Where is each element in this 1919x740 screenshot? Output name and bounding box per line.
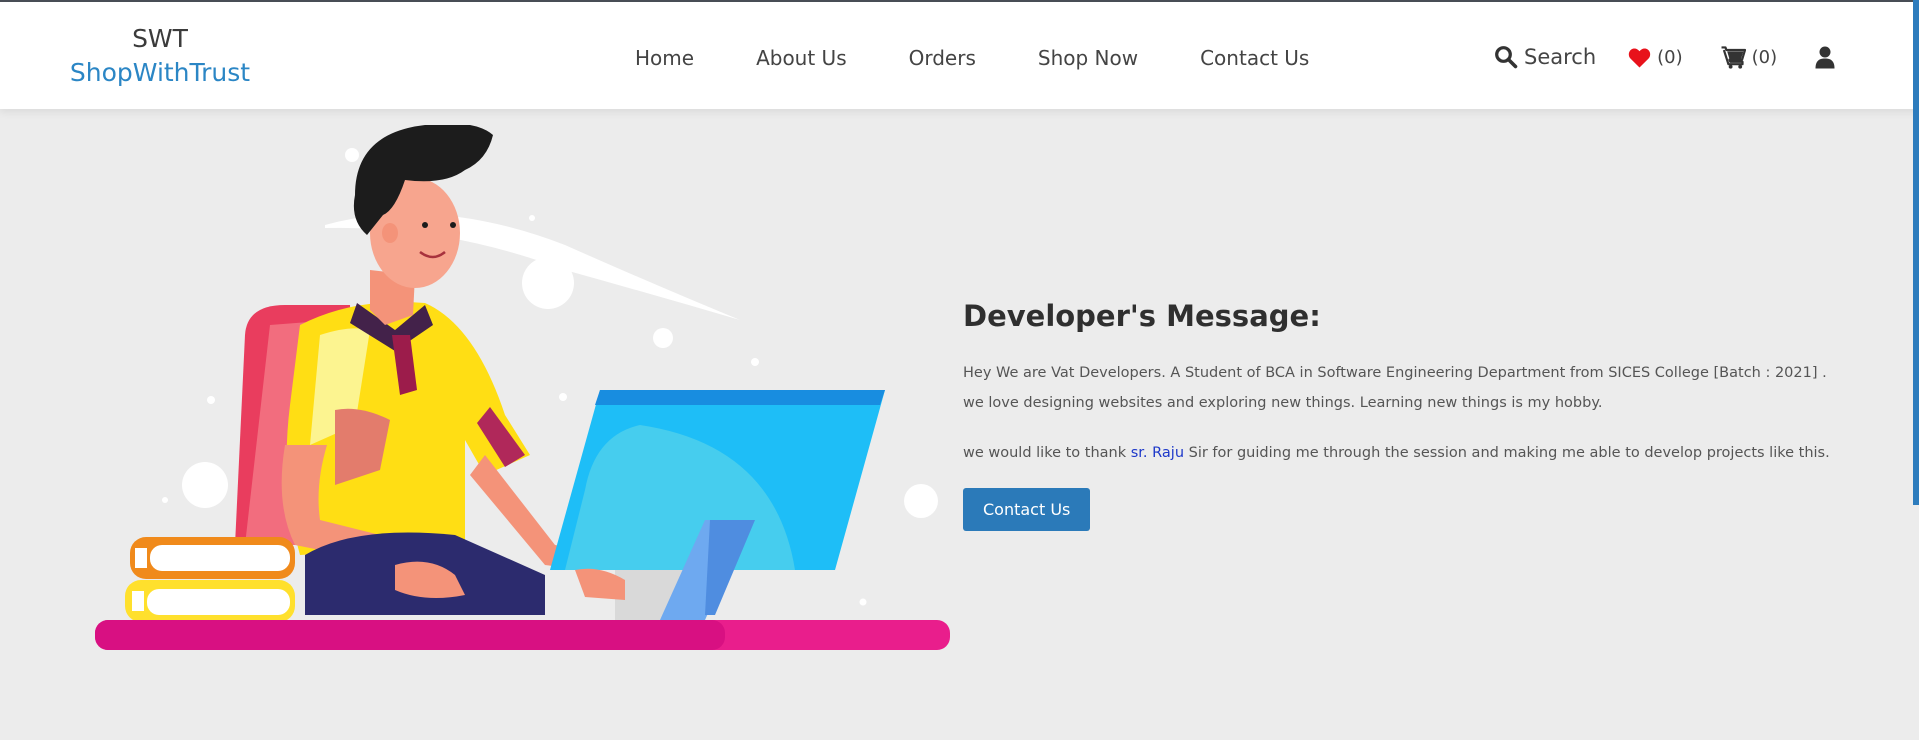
wishlist-button[interactable]: (0) xyxy=(1628,47,1683,68)
developer-message: Developer's Message: Hey We are Vat Deve… xyxy=(963,292,1843,531)
thanks-text-start: we would like to thank xyxy=(963,445,1131,461)
brand-logo[interactable]: SWT ShopWithTrust xyxy=(60,22,260,90)
nav-contact[interactable]: Contact Us xyxy=(1200,44,1309,72)
heart-icon xyxy=(1628,47,1651,68)
message-paragraph-1: Hey We are Vat Developers. A Student of … xyxy=(963,365,1827,411)
nav-home[interactable]: Home xyxy=(635,44,694,72)
thanks-text-end: Sir for guiding me through the session a… xyxy=(1184,445,1830,461)
search-icon xyxy=(1494,45,1518,69)
mentor-name: sr. Raju xyxy=(1130,445,1185,461)
nav-about[interactable]: About Us xyxy=(756,44,847,72)
cart-icon xyxy=(1721,45,1746,69)
search-button[interactable]: Search xyxy=(1494,45,1596,69)
contact-us-button[interactable]: Contact Us xyxy=(963,488,1091,531)
user-icon xyxy=(1815,46,1835,69)
site-header: SWT ShopWithTrust Home About Us Orders S… xyxy=(0,2,1919,109)
cart-count: (0) xyxy=(1751,46,1778,68)
account-button[interactable] xyxy=(1815,46,1835,69)
scrollbar[interactable] xyxy=(1913,0,1919,505)
cart-button[interactable]: (0) xyxy=(1721,45,1778,69)
search-label: Search xyxy=(1524,45,1597,69)
main-nav: Home About Us Orders Shop Now Contact Us xyxy=(635,44,1371,72)
message-paragraph-2: we would like to thank sr. Raju Sir for … xyxy=(963,438,1843,468)
developer-illustration xyxy=(74,123,955,699)
header-tools: Search (0) (0) xyxy=(1494,40,1835,74)
nav-shop-now[interactable]: Shop Now xyxy=(1038,44,1138,72)
wishlist-count: (0) xyxy=(1657,46,1683,68)
brand-full: ShopWithTrust xyxy=(69,58,251,87)
brand-short: SWT xyxy=(132,24,188,53)
message-title: Developer's Message: xyxy=(963,299,1321,333)
nav-orders[interactable]: Orders xyxy=(909,44,976,72)
